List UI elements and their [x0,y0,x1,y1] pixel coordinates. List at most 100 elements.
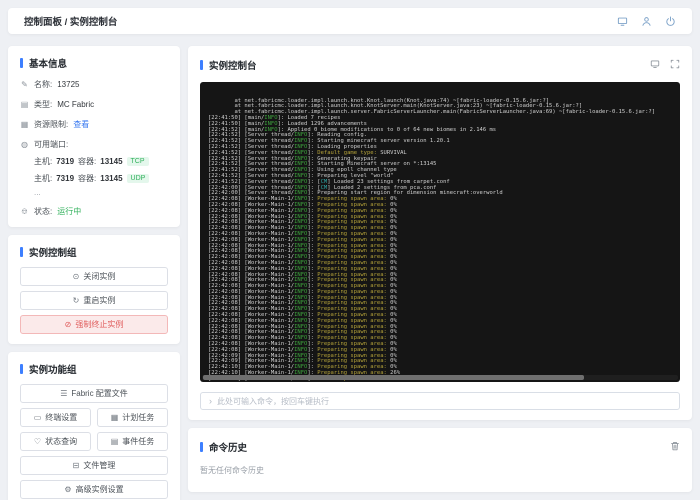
command-history-icons [670,438,680,456]
main-area: 实例控制台 at net.fabricmc.loader.impl.launch… [188,46,692,492]
display-icon[interactable] [617,16,628,27]
terminal-hscrollbar-thumb[interactable] [203,375,584,380]
instance-control-header: 实例控制组 [20,245,168,259]
calendar-icon: ▦ [111,414,119,422]
command-input[interactable] [217,397,671,406]
ports-label: 可用端口: [34,139,68,150]
host-label: 主机: [34,173,52,184]
basic-info-card: 基本信息 ✎ 名称: 13725 ▤ 类型: MC Fabric ▦ 资源限制:… [8,46,180,227]
prompt-icon: › [209,397,212,406]
schedule-task-label: 计划任务 [122,412,154,423]
title-accent [20,247,23,257]
container-label: 容器: [78,173,96,184]
instance-function-title: 实例功能组 [29,362,77,376]
host-port: 7319 [56,157,74,166]
host-label: 主机: [34,156,52,167]
protocol-badge: TCP [127,157,149,166]
command-input-wrap: › [200,392,680,410]
command-history-card: 命令历史 暂无任何命令历史 [188,428,692,492]
fabric-config-button[interactable]: ☰ Fabric 配置文件 [20,384,168,403]
console-header-icons [650,56,680,74]
pulse-icon: ⎊ [20,207,29,217]
console-card: 实例控制台 at net.fabricmc.loader.impl.launch… [188,46,692,420]
status-row: ⎊ 状态: 运行中 [20,206,168,217]
event-task-button[interactable]: ▤ 事件任务 [97,432,168,451]
port-item-udp: 主机: 7319 容器: 13145 UDP [34,173,168,184]
resource-view-link[interactable]: 查看 [73,119,89,130]
terminal[interactable]: at net.fabricmc.loader.impl.launch.knot.… [200,82,680,382]
name-row: ✎ 名称: 13725 [20,79,168,90]
terminal-settings-button[interactable]: ▭ 终端设置 [20,408,91,427]
console-title: 实例控制台 [209,58,257,72]
fullscreen-icon[interactable] [670,56,680,74]
basic-info-title: 基本信息 [29,56,67,70]
ports-ellipsis: ... [34,188,168,197]
monitor-icon[interactable] [650,56,660,74]
user-icon[interactable] [641,16,652,27]
resource-label: 资源限制: [34,119,68,130]
force-kill-instance-label: 强制终止实例 [75,319,123,330]
stop-instance-label: 关闭实例 [83,271,115,282]
resource-grid-icon: ▦ [20,120,29,129]
left-sidebar: 基本信息 ✎ 名称: 13725 ▤ 类型: MC Fabric ▦ 资源限制:… [8,46,180,500]
command-history-header: 命令历史 [200,438,680,456]
top-header: 控制面板 / 实例控制台 [8,8,692,34]
title-accent [20,58,23,68]
gear-icon: ⚙ [64,486,71,494]
container-label: 容器: [78,156,96,167]
instance-function-header: 实例功能组 [20,362,168,376]
type-label: 类型: [34,99,52,110]
ports-row: ◍ 可用端口: [20,139,168,150]
status-label: 状态: [34,206,52,217]
chat-icon: ▭ [34,414,42,422]
power-circle-icon: ⊙ [73,273,80,281]
power-icon[interactable] [665,16,676,27]
status-query-label: 状态查询 [45,436,77,447]
file-manager-button[interactable]: ⊟ 文件管理 [20,456,168,475]
resource-row: ▦ 资源限制: 查看 [20,119,168,130]
name-value: 13725 [57,80,79,89]
breadcrumb: 控制面板 / 实例控制台 [24,14,117,28]
name-label: 名称: [34,79,52,90]
terminal-log: at net.fabricmc.loader.impl.launch.knot.… [208,99,672,382]
title-accent [20,364,23,374]
terminal-hscrollbar-track[interactable] [202,375,678,380]
sliders-icon: ☰ [60,390,67,398]
file-manager-label: 文件管理 [83,460,115,471]
schedule-task-button[interactable]: ▦ 计划任务 [97,408,168,427]
event-task-label: 事件任务 [122,436,154,447]
command-history-title: 命令历史 [209,440,247,454]
command-history-empty: 暂无任何命令历史 [200,465,680,482]
stop-instance-button[interactable]: ⊙ 关闭实例 [20,267,168,286]
type-value: MC Fabric [57,100,94,109]
advanced-settings-button[interactable]: ⚙ 高级实例设置 [20,480,168,499]
instance-control-card: 实例控制组 ⊙ 关闭实例 ↻ 重启实例 ⊘ 强制终止实例 [8,235,180,344]
restart-instance-label: 重启实例 [83,295,115,306]
status-query-button[interactable]: ♡ 状态查询 [20,432,91,451]
advanced-settings-label: 高级实例设置 [76,484,124,495]
list-icon: ▤ [111,438,119,446]
edit-icon: ✎ [20,80,29,89]
title-accent [200,60,203,70]
port-item-tcp: 主机: 7319 容器: 13145 TCP [34,156,168,167]
force-kill-instance-button[interactable]: ⊘ 强制终止实例 [20,315,168,334]
topbar-icons [617,16,676,27]
fabric-config-label: Fabric 配置文件 [71,388,127,399]
title-accent [200,442,203,452]
host-port: 7319 [56,174,74,183]
restart-icon: ↻ [73,297,80,305]
instance-control-title: 实例控制组 [29,245,77,259]
ban-icon: ⊘ [65,321,72,329]
folder-icon: ⊟ [73,462,80,470]
trash-icon[interactable] [670,438,680,456]
console-header: 实例控制台 [200,56,680,74]
restart-instance-button[interactable]: ↻ 重启实例 [20,291,168,310]
container-port: 13145 [100,174,122,183]
shield-icon: ♡ [34,438,41,446]
app-grid-icon: ▤ [20,100,29,109]
terminal-settings-label: 终端设置 [45,412,77,423]
basic-info-header: 基本信息 [20,56,168,70]
status-value: 运行中 [57,206,81,217]
protocol-badge: UDP [127,174,150,183]
globe-icon: ◍ [20,140,29,149]
